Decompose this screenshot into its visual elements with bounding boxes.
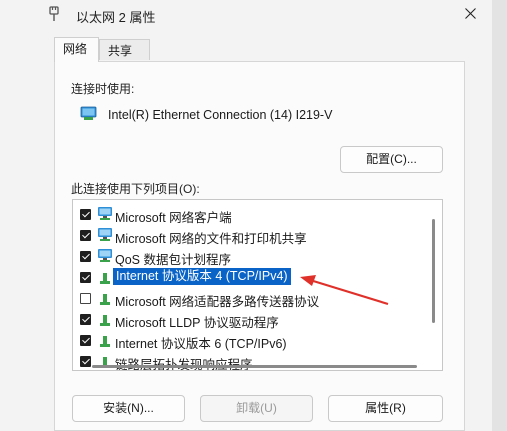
horizontal-scrollbar[interactable] [92,365,417,368]
network-adapter-icon [80,106,97,120]
ethernet-plug-icon [49,6,59,21]
title-bar: 以太网 2 属性 [0,0,507,28]
window-title: 以太网 2 属性 [76,10,156,25]
list-item-label: QoS 数据包计划程序 [115,253,231,267]
list-item-label: Microsoft LLDP 协议驱动程序 [115,316,279,330]
install-button[interactable]: 安装(N)... [72,395,185,422]
checkbox[interactable] [80,293,91,304]
checkbox[interactable] [80,251,91,262]
list-item-label: 链路层拓扑发现响应程序 [115,354,253,370]
list-item[interactable]: Microsoft LLDP 协议驱动程序 [73,309,428,330]
protocol-icon [100,294,110,305]
close-icon [464,7,476,19]
window-edge [492,0,507,431]
list-item-label: Internet 协议版本 6 (TCP/IPv6) [115,337,287,351]
checkbox[interactable] [80,356,91,367]
network-client-icon [98,207,112,220]
scrollbar-thumb[interactable] [432,219,435,323]
protocol-icon [100,315,110,326]
checkbox[interactable] [80,272,91,283]
protocol-icon [100,273,110,284]
adapter-name: Intel(R) Ethernet Connection (14) I219-V [108,108,333,122]
connect-using-label: 连接时使用: [71,82,135,96]
close-button[interactable] [450,0,490,26]
list-item-label: Microsoft 网络客户端 [115,211,232,225]
qos-scheduler-icon [98,249,112,262]
checkbox[interactable] [80,230,91,241]
list-item[interactable]: Microsoft 网络客户端 [73,204,428,225]
list-item-label: Microsoft 网络适配器多路传送器协议 [115,295,320,309]
list-item[interactable]: QoS 数据包计划程序 [73,246,428,267]
list-item[interactable]: 链路层拓扑发现响应程序 [73,351,428,370]
checkbox[interactable] [80,314,91,325]
configure-button[interactable]: 配置(C)... [340,146,443,173]
checkbox[interactable] [80,209,91,220]
list-item[interactable]: Microsoft 网络的文件和打印机共享 [73,225,428,246]
properties-button[interactable]: 属性(R) [328,395,443,422]
list-item[interactable]: Internet 协议版本 6 (TCP/IPv6) [73,330,428,351]
properties-dialog: 以太网 2 属性 网络 共享 连接时使用: Intel(R) Ethernet … [0,0,507,431]
uninstall-button[interactable]: 卸载(U) [200,395,313,422]
vertical-scrollbar[interactable] [431,203,436,323]
list-item-label: Internet 协议版本 4 (TCP/IPv4) [112,267,292,286]
tab-network[interactable]: 网络 [54,37,99,62]
items-label: 此连接使用下列项目(O): [71,182,200,196]
checkbox[interactable] [80,335,91,346]
tab-sharing[interactable]: 共享 [99,39,150,60]
list-item-label: Microsoft 网络的文件和打印机共享 [115,232,307,246]
file-printer-sharing-icon [98,228,112,241]
annotation-arrow-icon [300,275,389,306]
protocol-icon [100,336,110,347]
